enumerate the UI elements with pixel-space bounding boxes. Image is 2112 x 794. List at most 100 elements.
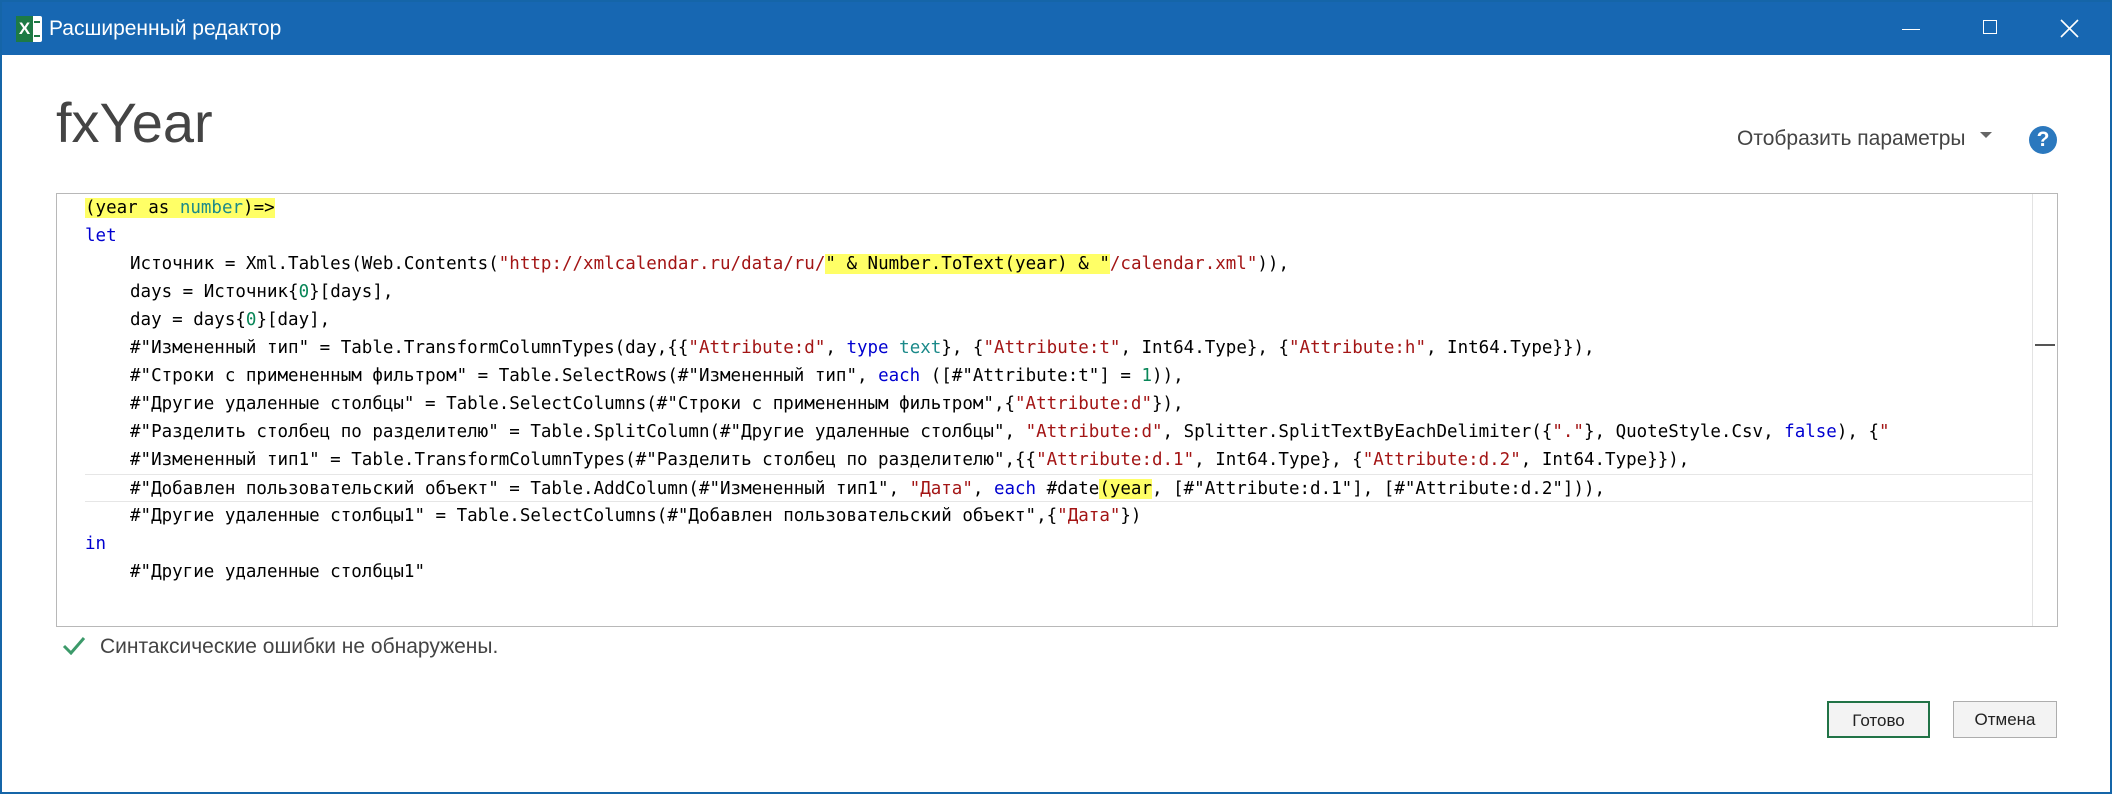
- minimize-icon: [1902, 29, 1920, 30]
- cancel-button[interactable]: Отмена: [1953, 701, 2057, 738]
- code-token: , Int64.Type}}),: [1425, 338, 1595, 358]
- code-string: "Дата": [1057, 506, 1121, 526]
- close-icon: [2060, 19, 2079, 38]
- code-token: )),: [1257, 254, 1289, 274]
- code-token: )),: [1152, 366, 1184, 386]
- code-type-token: text: [899, 338, 942, 358]
- code-line: #"Другие удаленные столбцы1": [85, 558, 2033, 586]
- code-keyword: in: [85, 534, 107, 554]
- code-string: "Attribute:d": [1025, 422, 1163, 442]
- code-keyword: type: [846, 338, 889, 358]
- code-token: #"Другие удаленные столбцы" = Table.Sele…: [130, 394, 1016, 414]
- done-button[interactable]: Готово: [1827, 701, 1930, 738]
- code-token: , Int64.Type}, {: [1194, 450, 1363, 470]
- code-string: "Attribute:d.2": [1362, 450, 1521, 470]
- maximize-icon: [1983, 20, 1997, 34]
- code-token: }, {: [941, 338, 984, 358]
- code-token: , [#"Attribute:d.1"], [#"Attribute:d.2"]…: [1152, 479, 1606, 499]
- code-keyword: false: [1784, 422, 1837, 442]
- code-line: let: [85, 222, 2033, 250]
- close-button[interactable]: [2030, 2, 2110, 55]
- code-number: 0: [298, 282, 310, 302]
- code-line: in: [85, 530, 2033, 558]
- code-token: ([#"Attribute:t"] =: [920, 366, 1142, 386]
- help-icon[interactable]: ?: [2029, 126, 2057, 154]
- advanced-editor-window: X Расширенный редактор fxYear Отобразить…: [0, 0, 2112, 794]
- editor-gutter: [57, 194, 85, 626]
- code-string: "Attribute:d": [1015, 394, 1152, 414]
- code-token: }),: [1151, 394, 1184, 414]
- code-token: )=>: [243, 198, 275, 218]
- code-token: #"Измененный тип1" = Table.TransformColu…: [130, 450, 1037, 470]
- code-number: 0: [245, 310, 257, 330]
- code-keyword: let: [85, 226, 117, 246]
- code-area[interactable]: (year as number)=> let Источник = Xml.Ta…: [85, 194, 2033, 626]
- excel-icon-letter: X: [16, 16, 33, 42]
- code-string: "Attribute:t": [983, 338, 1121, 358]
- code-line: #"Другие удаленные столбцы1" = Table.Sel…: [85, 502, 2033, 530]
- code-token: }[day],: [256, 310, 331, 330]
- minimize-button[interactable]: [1870, 2, 1950, 55]
- vertical-scrollbar[interactable]: [2032, 194, 2057, 626]
- code-token: }): [1120, 506, 1142, 526]
- checkmark-icon: [62, 637, 86, 656]
- code-string: "Дата": [909, 479, 973, 499]
- code-string: "Attribute:h": [1289, 338, 1426, 358]
- window-title: Расширенный редактор: [49, 17, 282, 40]
- code-type-token: number: [179, 198, 244, 218]
- chevron-down-icon: [1979, 132, 1992, 139]
- syntax-status: Синтаксические ошибки не обнаружены.: [62, 635, 498, 659]
- code-token: #"Другие удаленные столбцы1" = Table.Sel…: [130, 506, 1058, 526]
- code-token: #"Строки с примененным фильтром" = Table…: [130, 366, 879, 386]
- display-options-label: Отобразить параметры: [1737, 127, 1966, 150]
- code-token: ,: [972, 479, 994, 499]
- code-string: "Attribute:d": [688, 338, 826, 358]
- code-line: #"Измененный тип" = Table.TransformColum…: [85, 334, 2033, 362]
- code-highlight: (year: [1099, 479, 1153, 499]
- code-line: (year as number)=>: [85, 194, 2033, 222]
- code-line: #"Другие удаленные столбцы" = Table.Sele…: [85, 390, 2033, 418]
- code-line: #"Строки с примененным фильтром" = Table…: [85, 362, 2033, 390]
- code-token: , Int64.Type}}),: [1520, 450, 1690, 470]
- syntax-status-text: Синтаксические ошибки не обнаружены.: [100, 635, 499, 658]
- code-token: (year as: [85, 198, 180, 218]
- code-line-current: #"Добавлен пользовательский объект" = Ta…: [85, 474, 2033, 502]
- excel-icon-grid: [34, 21, 40, 37]
- code-line: Источник = Xml.Tables(Web.Contents("http…: [85, 250, 2033, 278]
- maximize-button[interactable]: [1950, 2, 2030, 55]
- code-string: "http://xmlcalendar.ru/data/ru/: [498, 254, 826, 274]
- code-token: }, QuoteStyle.Csv,: [1583, 422, 1785, 442]
- code-editor[interactable]: (year as number)=> let Источник = Xml.Ta…: [56, 193, 2058, 627]
- scrollbar-position-marker: [2035, 344, 2055, 346]
- title-bar[interactable]: X Расширенный редактор: [2, 2, 2110, 55]
- code-string: "Attribute:d.1": [1036, 450, 1195, 470]
- code-token: ,: [825, 338, 847, 358]
- code-line: #"Разделить столбец по разделителю" = Ta…: [85, 418, 2033, 446]
- display-options-dropdown[interactable]: Отобразить параметры: [1737, 127, 1992, 151]
- code-token: #"Измененный тип" = Table.TransformColum…: [130, 338, 689, 358]
- code-token: #date: [1036, 479, 1100, 499]
- code-string: ": [1879, 422, 1890, 442]
- code-highlight: (year as number)=>: [85, 198, 275, 218]
- code-token: #"Другие удаленные столбцы1": [130, 562, 426, 582]
- code-token: Источник = Xml.Tables(Web.Contents(: [130, 254, 499, 274]
- code-token: ), {: [1836, 422, 1879, 442]
- code-highlight: " & Number.ToText(year) & ": [825, 254, 1110, 274]
- code-token: }[days],: [309, 282, 394, 302]
- code-token: , Int64.Type}, {: [1120, 338, 1290, 358]
- code-line: #"Измененный тип1" = Table.TransformColu…: [85, 446, 2033, 474]
- code-string: /calendar.xml": [1109, 254, 1258, 274]
- code-line: day = days{0}[day],: [85, 306, 2033, 334]
- code-string: ".": [1552, 422, 1584, 442]
- code-keyword: each: [993, 479, 1037, 499]
- code-token: #"Разделить столбец по разделителю" = Ta…: [130, 422, 1026, 442]
- excel-app-icon: X: [16, 16, 42, 42]
- code-line: days = Источник{0}[days],: [85, 278, 2033, 306]
- code-token: days = Источник{: [130, 282, 299, 302]
- query-name-heading: fxYear: [56, 91, 213, 154]
- code-token: , Splitter.SplitTextByEachDelimiter({: [1162, 422, 1553, 442]
- code-token: #"Добавлен пользовательский объект" = Ta…: [130, 479, 910, 499]
- code-number: 1: [1141, 366, 1153, 386]
- code-token: day = days{: [130, 310, 246, 330]
